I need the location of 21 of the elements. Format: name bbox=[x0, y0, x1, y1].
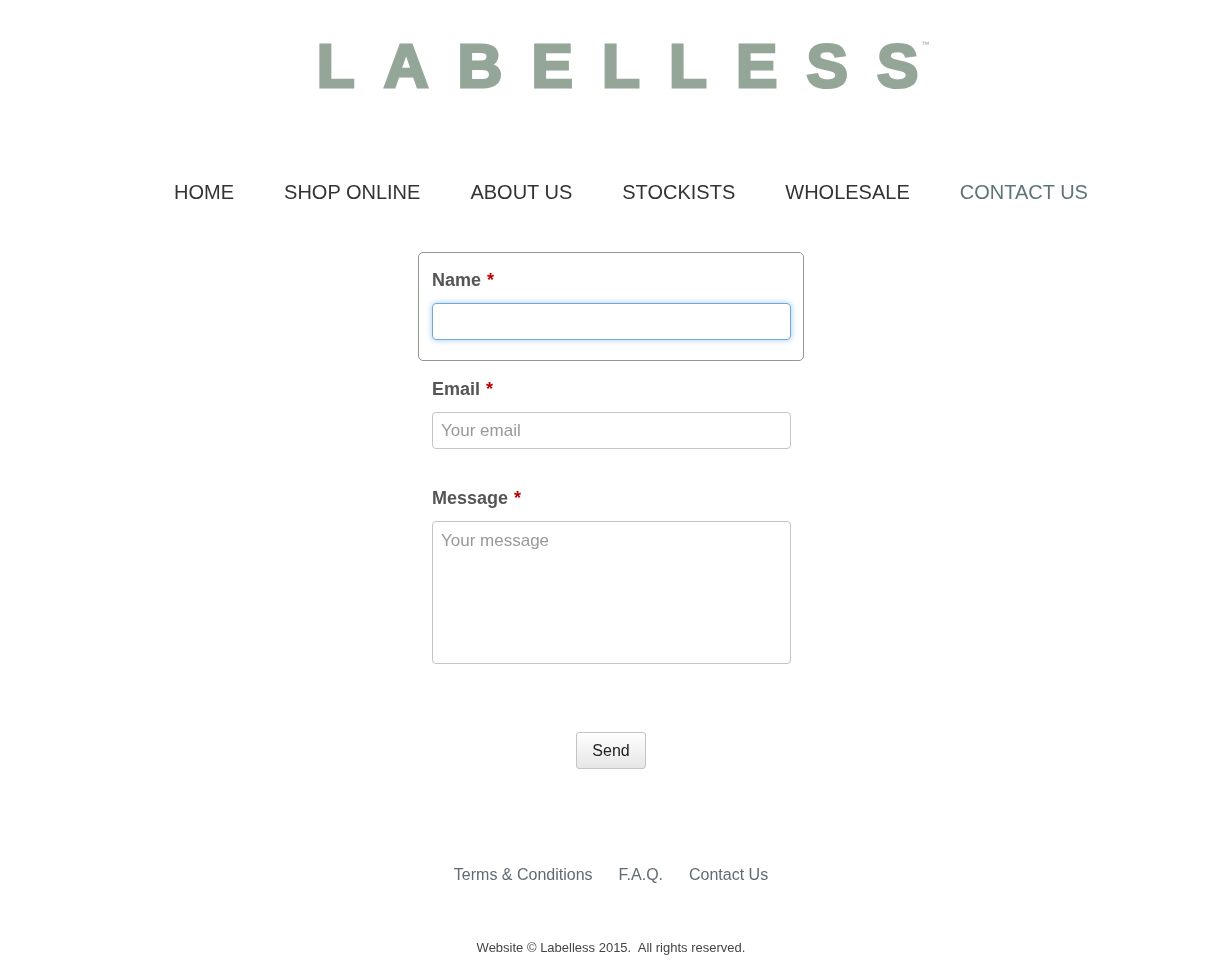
nav-link[interactable]: WHOLESALE bbox=[785, 177, 910, 207]
message-field[interactable]: Your message bbox=[432, 521, 791, 664]
trademark-mark: ™ bbox=[921, 39, 930, 51]
footer-link[interactable]: F.A.Q. bbox=[618, 863, 663, 887]
nav-link[interactable]: ABOUT US bbox=[470, 177, 573, 207]
send-button[interactable]: Send bbox=[576, 732, 646, 769]
field-label: Email bbox=[432, 378, 481, 401]
copyright-text: Website © Labelless 2015. All rights reserved. bbox=[476, 939, 746, 957]
required-asterisk: * bbox=[486, 378, 494, 401]
field-label: Message bbox=[432, 487, 509, 510]
text-field[interactable]: Your email bbox=[432, 412, 791, 449]
required-asterisk: * bbox=[514, 487, 522, 510]
nav-link[interactable]: CONTACT US bbox=[959, 177, 1088, 207]
nav-link[interactable]: STOCKISTS bbox=[622, 177, 736, 207]
text-field[interactable] bbox=[432, 303, 791, 340]
field-label: Name bbox=[432, 269, 482, 292]
footer-link[interactable]: Contact Us bbox=[689, 863, 769, 887]
required-asterisk: * bbox=[487, 269, 495, 292]
nav-link[interactable]: HOME bbox=[174, 177, 235, 207]
footer-link[interactable]: Terms & Conditions bbox=[453, 863, 593, 887]
nav-link[interactable]: SHOP ONLINE bbox=[284, 177, 421, 207]
